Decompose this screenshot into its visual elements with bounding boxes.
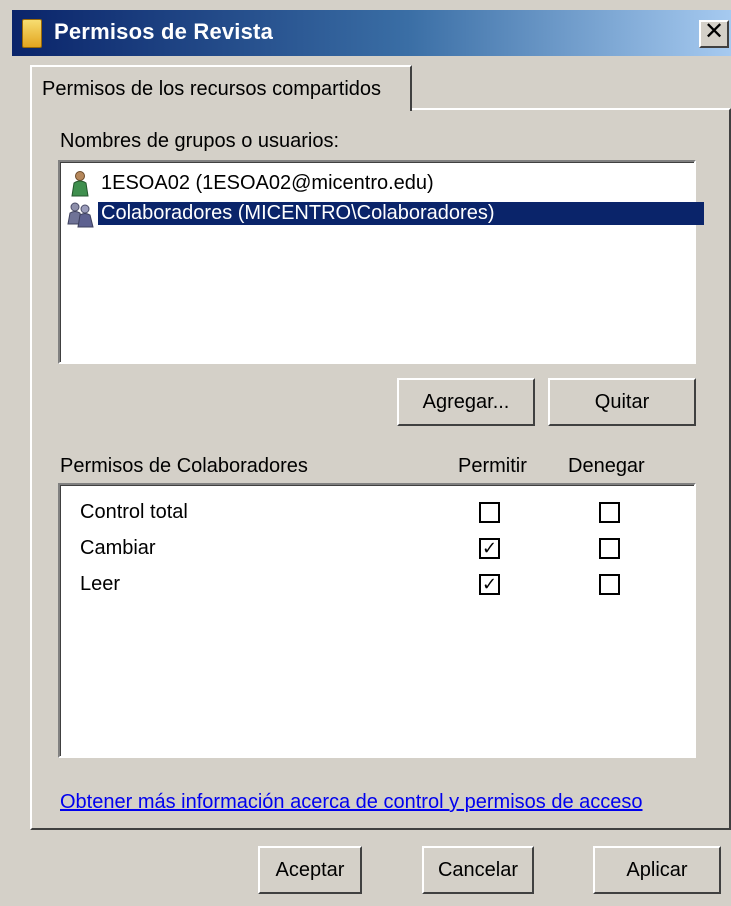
cancel-button[interactable]: Cancelar — [422, 846, 534, 894]
title-bar[interactable]: Permisos de Revista ✕ — [12, 10, 731, 56]
deny-checkbox-leer[interactable] — [599, 574, 620, 595]
help-link[interactable]: Obtener más información acerca de contro… — [60, 791, 643, 814]
allow-checkbox-cambiar[interactable]: ✓ — [479, 538, 500, 559]
permission-row-leer: Leer ✓ — [60, 567, 694, 603]
allow-checkbox-leer[interactable]: ✓ — [479, 574, 500, 595]
shared-folder-icon — [22, 19, 42, 48]
allow-header: Permitir — [458, 455, 527, 477]
permissions-dialog: Permisos de Revista ✕ Permisos de los re… — [0, 0, 731, 906]
ok-button[interactable]: Aceptar — [258, 846, 362, 894]
users-label: Nombres de grupos o usuarios: — [60, 130, 340, 152]
group-icon — [67, 202, 94, 228]
add-button[interactable]: Agregar... — [397, 378, 535, 426]
users-list[interactable]: 1ESOA02 (1ESOA02@micentro.edu) Colaborad… — [58, 160, 704, 364]
remove-button[interactable]: Quitar — [548, 378, 696, 426]
deny-checkbox-cambiar[interactable] — [599, 538, 620, 559]
window-title: Permisos de Revista — [54, 19, 274, 44]
user-name: 1ESOA02 (1ESOA02@micentro.edu) — [101, 172, 434, 194]
deny-checkbox-control-total[interactable] — [599, 502, 620, 523]
permission-row-control-total: Control total — [60, 495, 694, 531]
allow-checkbox-control-total[interactable] — [479, 502, 500, 523]
close-button[interactable]: ✕ — [699, 20, 729, 48]
permission-row-cambiar: Cambiar ✓ — [60, 531, 694, 567]
group-name: Colaboradores (MICENTRO\Colaboradores) — [98, 202, 704, 225]
permission-name: Cambiar — [80, 537, 156, 559]
permission-name: Leer — [80, 573, 121, 595]
permission-name: Control total — [80, 501, 188, 523]
tab-shared-permissions[interactable]: Permisos de los recursos compartidos — [30, 65, 412, 111]
permissions-title: Permisos de Colaboradores — [60, 455, 308, 477]
apply-button[interactable]: Aplicar — [593, 846, 721, 894]
deny-header: Denegar — [568, 455, 645, 477]
permissions-list: Control total Cambiar ✓ Leer ✓ — [58, 483, 696, 758]
user-icon — [71, 171, 89, 197]
